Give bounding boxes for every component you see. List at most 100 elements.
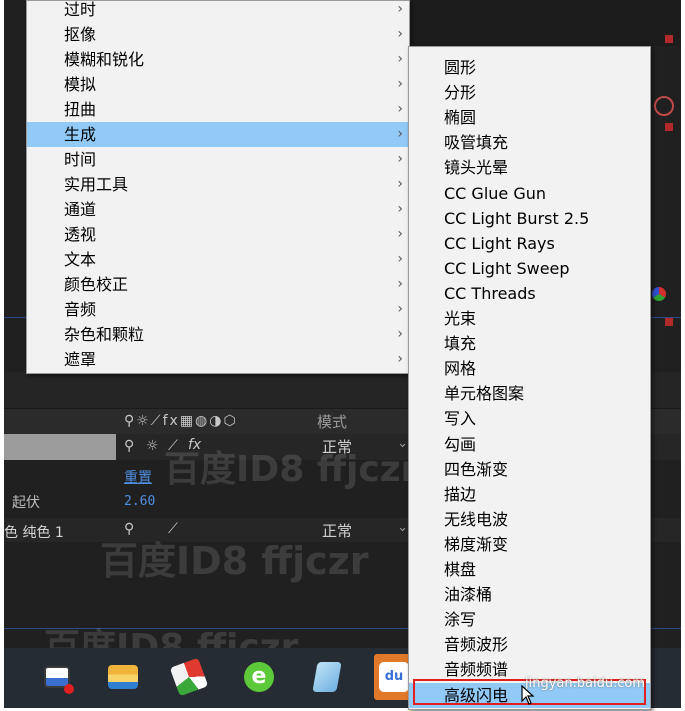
submenu-item-label: 音频波形 — [444, 635, 509, 655]
menu-item-label: 模糊和锐化 — [64, 50, 145, 69]
submenu-item[interactable]: 填充 — [409, 331, 650, 356]
browser-e-icon: e — [244, 662, 274, 692]
submenu-arrow-icon: › — [397, 201, 403, 217]
submenu-item[interactable]: 棋盘 — [409, 557, 650, 582]
submenu-arrow-icon: › — [397, 326, 403, 342]
taskbar-app-browser[interactable]: e — [236, 654, 282, 700]
menu-item-label: 生成 — [64, 125, 97, 144]
submenu-item[interactable]: CC Glue Gun — [409, 181, 650, 206]
taskbar-app-picker[interactable] — [166, 654, 212, 700]
color-channels-icon[interactable] — [652, 287, 666, 301]
menu-item-label: 实用工具 — [64, 175, 129, 194]
submenu-arrow-icon: › — [397, 126, 403, 142]
generate-submenu: 圆形分形 椭圆 吸管填充镜头光晕 CC Glue Gun CC Light Burst … — [408, 46, 651, 710]
submenu-item-label: 圆形 — [444, 58, 477, 77]
anchor-point-marker — [665, 318, 673, 326]
submenu-item[interactable]: CC Light Rays — [409, 231, 650, 256]
submenu-item[interactable]: 油漆桶 — [409, 582, 650, 607]
submenu-item-label: 四色渐变 — [444, 459, 509, 479]
submenu-item-label: 光束 — [444, 309, 477, 328]
taskbar-app-remote[interactable] — [34, 654, 80, 700]
menu-item[interactable]: 通道 › — [27, 197, 409, 222]
submenu-arrow-icon: › — [397, 251, 403, 267]
shy-switch-icon[interactable]: ⚲ — [124, 438, 134, 454]
submenu-item-label: 网格 — [444, 359, 477, 379]
menu-item[interactable]: 音频 › — [27, 297, 409, 322]
menu-item[interactable]: 透视 › — [27, 222, 409, 247]
submenu-item[interactable]: 写入 — [409, 406, 650, 431]
target-crosshair-icon[interactable] — [654, 96, 674, 116]
menu-item-label: 文本 — [64, 250, 97, 269]
menu-item-label: 抠像 — [64, 25, 97, 44]
submenu-item-label: 分形 — [444, 83, 477, 103]
submenu-arrow-icon: › — [397, 351, 403, 367]
menu-item[interactable]: 杂色和颗粒 › — [27, 322, 409, 347]
submenu-item[interactable]: CC Threads — [409, 281, 650, 306]
file-explorer-icon — [108, 665, 138, 689]
submenu-arrow-icon: › — [397, 76, 403, 92]
menu-item-label: 模拟 — [64, 75, 97, 94]
menu-item[interactable]: 遮罩 › — [27, 347, 409, 372]
menu-item[interactable]: 过时 › — [27, 1, 409, 22]
composition-panel — [412, 0, 681, 46]
submenu-item[interactable]: 椭圆 — [409, 105, 650, 130]
submenu-item[interactable]: 涂写 — [409, 607, 650, 632]
submenu-item-label: 描边 — [444, 484, 477, 504]
submenu-item-label: CC Threads — [444, 283, 536, 303]
menu-item[interactable]: 扭曲 › — [27, 97, 409, 122]
reset-link[interactable]: 重置 — [124, 467, 152, 487]
submenu-item[interactable]: 无线电波 — [409, 507, 650, 532]
collapse-switch-icon[interactable]: ☼ — [146, 438, 159, 454]
submenu-item-label: CC Glue Gun — [444, 183, 547, 203]
submenu-item[interactable]: 单元格图案 — [409, 381, 650, 406]
effects-menu: 过时 › 抠像 › 模糊和锐化 › 模拟 › 扭曲 › 生成 › 时间 › 实用工具 › 通道 › 透视 › 文本 › 颜色… — [26, 0, 410, 374]
submenu-item-label: 镜头光晕 — [444, 158, 509, 178]
submenu-arrow-icon: › — [397, 276, 403, 292]
submenu-item[interactable]: 勾画 — [409, 432, 650, 457]
menu-item-label: 时间 — [64, 150, 97, 169]
menu-item[interactable]: 时间 › — [27, 147, 409, 172]
menu-item[interactable]: 抠像 › — [27, 22, 409, 47]
menu-item-label: 通道 — [64, 200, 97, 219]
menu-item[interactable]: 实用工具 › — [27, 172, 409, 197]
layer-name-cell[interactable] — [4, 434, 116, 460]
mode-column-header: 模式 — [317, 413, 348, 431]
color-picker-app-icon — [169, 657, 209, 697]
submenu-item-label: 填充 — [444, 334, 477, 354]
menu-item-label: 遮罩 — [64, 350, 97, 369]
submenu-item[interactable]: 描边 — [409, 482, 650, 507]
submenu-item-label: CC Light Rays — [444, 233, 555, 253]
menu-item[interactable]: 模拟 › — [27, 72, 409, 97]
menu-item[interactable]: 生成 › — [27, 122, 409, 147]
submenu-item-label: 棋盘 — [444, 560, 477, 579]
submenu-item[interactable]: 音频波形 — [409, 632, 650, 657]
anchor-point-marker — [665, 35, 673, 43]
submenu-item-label: 涂写 — [444, 610, 477, 630]
taskbar-app-notepad[interactable] — [304, 654, 350, 700]
submenu-item[interactable]: 光束 — [409, 306, 650, 331]
submenu-arrow-icon: › — [397, 226, 403, 242]
menu-item[interactable]: 颜色校正 › — [27, 272, 409, 297]
submenu-arrow-icon: › — [397, 51, 403, 67]
submenu-item[interactable]: 圆形 — [409, 55, 650, 80]
remote-desktop-icon — [44, 666, 74, 694]
layer-name[interactable]: 色 纯色 1 — [4, 522, 64, 542]
submenu-item[interactable]: CC Light Sweep — [409, 256, 650, 281]
submenu-item[interactable]: 分形 — [409, 80, 650, 105]
property-value[interactable]: 2.60 — [124, 494, 155, 509]
submenu-item[interactable]: 吸管填充 — [409, 130, 650, 155]
submenu-item[interactable]: CC Light Burst 2.5 — [409, 206, 650, 231]
notepad-icon — [312, 662, 342, 692]
submenu-item[interactable]: 四色渐变 — [409, 457, 650, 482]
submenu-arrow-icon: › — [397, 1, 403, 17]
taskbar-app-explorer[interactable] — [100, 654, 146, 700]
submenu-item[interactable]: 镜头光晕 — [409, 155, 650, 180]
submenu-item-label: 无线电波 — [444, 509, 509, 529]
submenu-arrow-icon: › — [397, 101, 403, 117]
submenu-item-label: CC Light Sweep — [444, 258, 570, 278]
menu-item[interactable]: 模糊和锐化 › — [27, 47, 409, 72]
submenu-item[interactable]: 网格 — [409, 356, 650, 381]
menu-item[interactable]: 文本 › — [27, 247, 409, 272]
submenu-item[interactable]: 梯度渐变 — [409, 532, 650, 557]
menu-item-label: 音频 — [64, 300, 97, 319]
